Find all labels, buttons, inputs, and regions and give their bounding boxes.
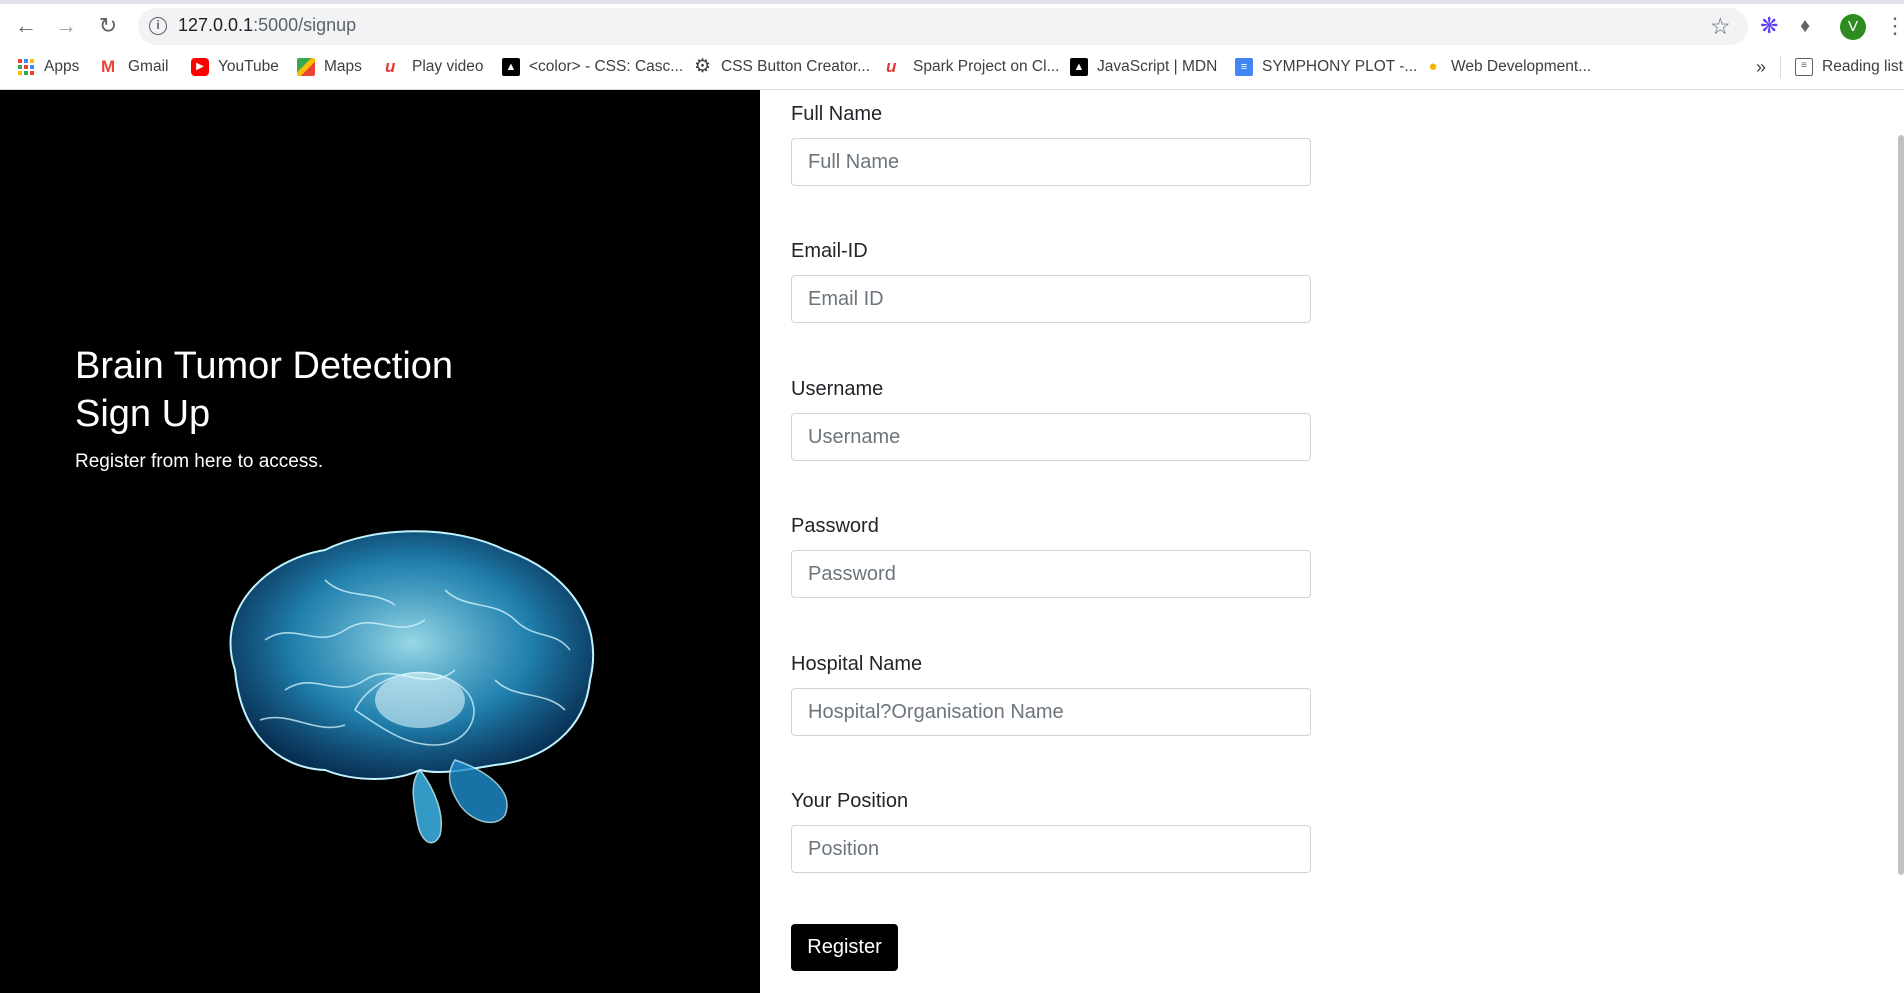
password-label: Password bbox=[791, 515, 879, 537]
maps-icon bbox=[297, 58, 315, 76]
browser-menu-icon[interactable]: ⋮ bbox=[1884, 12, 1904, 40]
reading-list-icon: ≡ bbox=[1795, 58, 1813, 76]
reading-list-label: Reading list bbox=[1822, 58, 1903, 75]
spark-icon: u bbox=[886, 57, 897, 76]
youtube-icon: ▶ bbox=[191, 58, 209, 76]
back-arrow-icon[interactable]: ← bbox=[12, 12, 40, 40]
reload-icon[interactable]: ↻ bbox=[94, 12, 122, 40]
hospital-name-input[interactable] bbox=[791, 688, 1311, 736]
full-name-input[interactable] bbox=[791, 138, 1311, 186]
bookmark-label: Web Development... bbox=[1451, 58, 1592, 75]
gmail-icon: M bbox=[101, 57, 116, 76]
mdn-icon: ▲ bbox=[502, 58, 520, 76]
bookmark-spark-project[interactable]: u Spark Project on Cl... bbox=[886, 56, 1059, 78]
bookmark-gmail[interactable]: M Gmail bbox=[101, 56, 168, 78]
bookmark-label: JavaScript | MDN bbox=[1097, 58, 1218, 75]
url-host: 127.0.0.1 bbox=[178, 15, 254, 35]
bookmark-label: Spark Project on Cl... bbox=[913, 58, 1060, 75]
bookmark-label: Play video bbox=[412, 58, 484, 75]
brain-illustration bbox=[229, 530, 595, 844]
page-subtitle: Register from here to access. bbox=[75, 451, 324, 472]
title-line-1: Brain Tumor Detection bbox=[75, 345, 454, 387]
position-label: Your Position bbox=[791, 790, 909, 812]
bookmark-youtube[interactable]: ▶ YouTube bbox=[191, 56, 279, 78]
extension-icon[interactable]: ❋ bbox=[1760, 12, 1778, 40]
address-bar[interactable] bbox=[138, 8, 1748, 45]
bookmark-maps[interactable]: Maps bbox=[297, 56, 362, 78]
window-top-border bbox=[0, 0, 1904, 4]
gear-icon: ⚙ bbox=[694, 56, 712, 77]
email-label: Email-ID bbox=[791, 240, 868, 262]
bookmark-css-color[interactable]: ▲ <color> - CSS: Casc... bbox=[502, 56, 683, 78]
bookmark-label: SYMPHONY PLOT -... bbox=[1262, 58, 1418, 75]
site-info-icon[interactable]: i bbox=[149, 17, 167, 35]
password-input[interactable] bbox=[791, 550, 1311, 598]
extensions-puzzle-icon[interactable]: ♦ bbox=[1800, 12, 1810, 40]
url-path: :5000/signup bbox=[253, 15, 357, 35]
bookmark-label: CSS Button Creator... bbox=[721, 58, 871, 75]
page-title: Brain Tumor Detection Sign Up bbox=[75, 342, 453, 438]
bookmark-javascript-mdn[interactable]: ▲ JavaScript | MDN bbox=[1070, 56, 1217, 78]
username-input[interactable] bbox=[791, 413, 1311, 461]
bookmark-star-icon[interactable]: ☆ bbox=[1710, 12, 1731, 40]
position-input[interactable] bbox=[791, 825, 1311, 873]
bookmark-web-development[interactable]: ● Web Development... bbox=[1424, 56, 1591, 78]
register-button[interactable]: Register bbox=[791, 924, 898, 971]
full-name-label: Full Name bbox=[791, 103, 883, 125]
bookmark-label: YouTube bbox=[218, 58, 279, 75]
bookmark-label: Apps bbox=[44, 58, 80, 75]
bookmark-apps[interactable]: Apps bbox=[18, 56, 79, 78]
page-scrollbar[interactable] bbox=[1898, 135, 1904, 875]
more-bookmarks-chevron-icon[interactable]: » bbox=[1756, 56, 1766, 78]
reading-list-button[interactable]: ≡ Reading list bbox=[1795, 56, 1903, 78]
hospital-name-label: Hospital Name bbox=[791, 653, 923, 675]
bookmark-label: <color> - CSS: Casc... bbox=[529, 58, 684, 75]
bookmark-label: Maps bbox=[324, 58, 362, 75]
docs-icon: ≡ bbox=[1235, 58, 1253, 76]
email-input[interactable] bbox=[791, 275, 1311, 323]
bookmark-label: Gmail bbox=[128, 58, 169, 75]
url-text[interactable]: 127.0.0.1:5000/signup bbox=[178, 15, 356, 36]
title-line-2: Sign Up bbox=[75, 393, 211, 435]
bookmark-play-video[interactable]: u Play video bbox=[385, 56, 484, 78]
bookmark-divider bbox=[1780, 56, 1781, 78]
play-video-icon: u bbox=[385, 57, 396, 76]
bulb-icon: ● bbox=[1428, 58, 1438, 75]
mdn-icon: ▲ bbox=[1070, 58, 1088, 76]
bookmark-css-button-creator[interactable]: ⚙ CSS Button Creator... bbox=[694, 56, 870, 78]
apps-icon bbox=[18, 59, 34, 75]
username-label: Username bbox=[791, 378, 884, 400]
profile-avatar[interactable]: V bbox=[1840, 14, 1866, 40]
bookmark-symphony-plot[interactable]: ≡ SYMPHONY PLOT -... bbox=[1235, 56, 1417, 78]
forward-arrow-icon[interactable]: → bbox=[52, 12, 80, 40]
